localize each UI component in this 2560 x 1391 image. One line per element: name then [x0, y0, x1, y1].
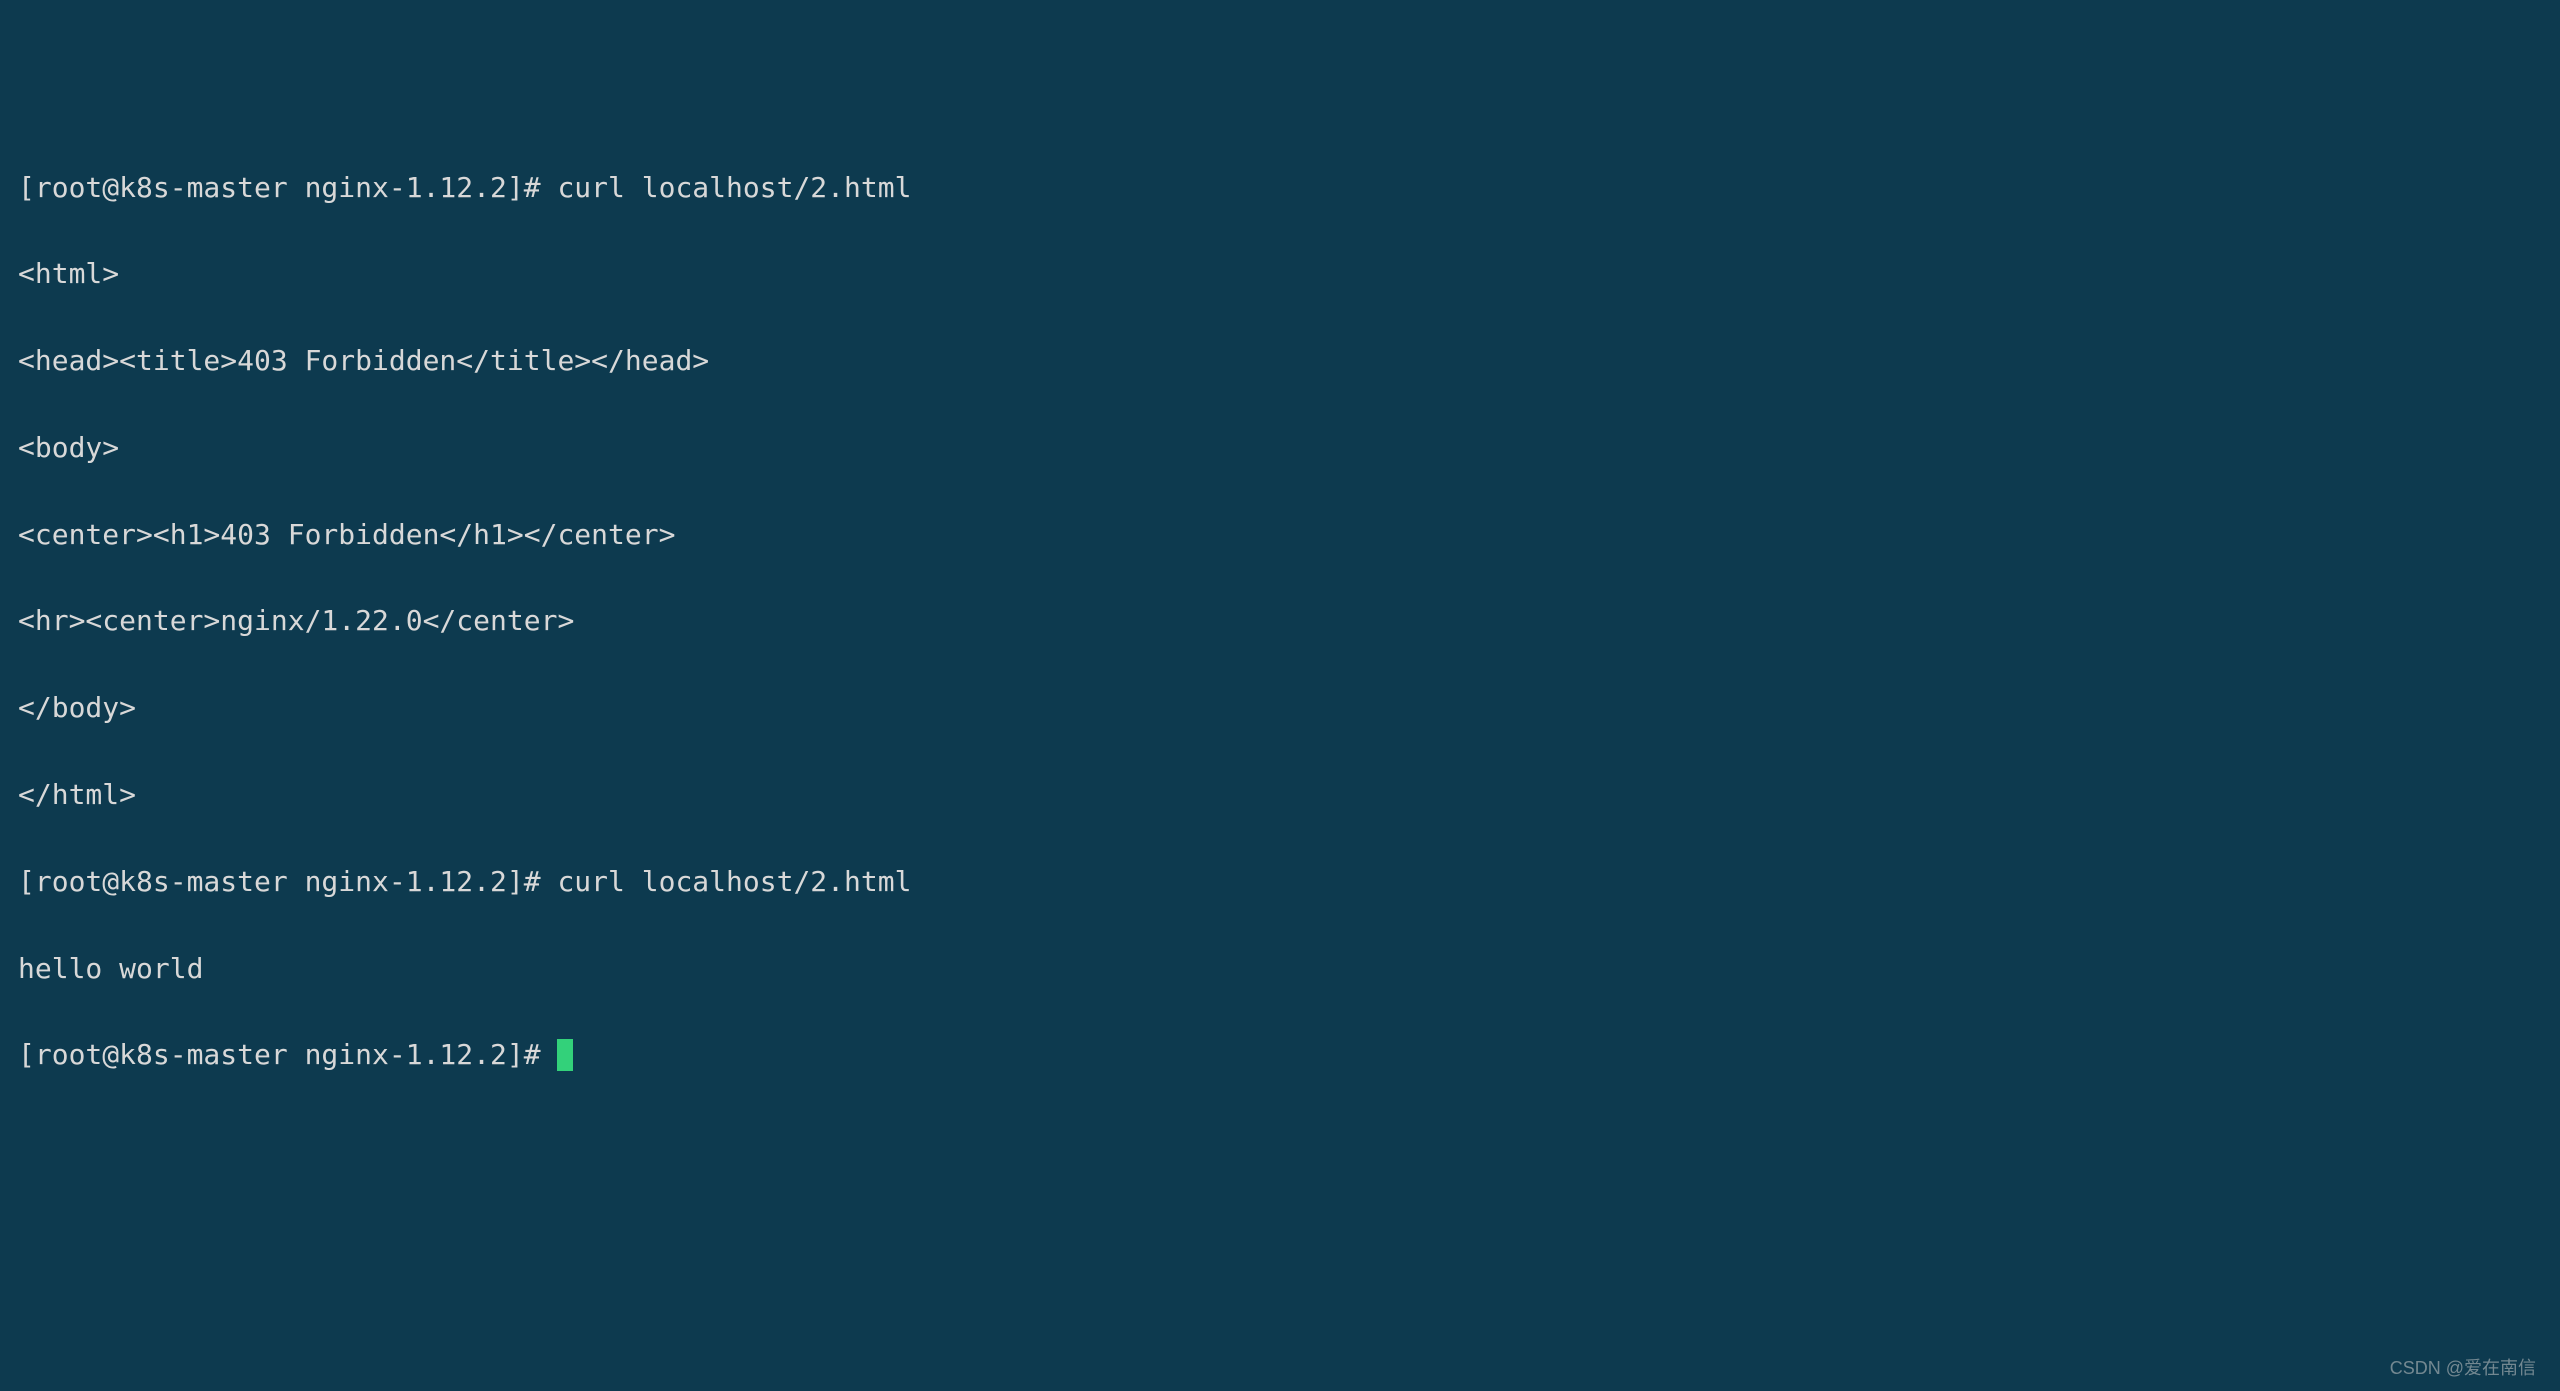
terminal-prompt-line: [root@k8s-master nginx-1.12.2]# curl loc…	[18, 166, 2542, 209]
watermark-text: CSDN @爱在南信	[2390, 1355, 2536, 1383]
terminal-output-line: <html>	[18, 252, 2542, 295]
terminal-output-line: </body>	[18, 686, 2542, 729]
terminal-prompt-line: [root@k8s-master nginx-1.12.2]# curl loc…	[18, 860, 2542, 903]
terminal-output-line: <body>	[18, 426, 2542, 469]
terminal-output-line: <head><title>403 Forbidden</title></head…	[18, 339, 2542, 382]
terminal-current-line[interactable]: [root@k8s-master nginx-1.12.2]#	[18, 1033, 2542, 1076]
terminal-output-line: <hr><center>nginx/1.22.0</center>	[18, 599, 2542, 642]
terminal-output-line: hello world	[18, 947, 2542, 990]
terminal-cursor-icon	[557, 1039, 573, 1071]
terminal-output-line: <center><h1>403 Forbidden</h1></center>	[18, 513, 2542, 556]
terminal-output-line: </html>	[18, 773, 2542, 816]
terminal-prompt-text: [root@k8s-master nginx-1.12.2]#	[18, 1038, 557, 1071]
